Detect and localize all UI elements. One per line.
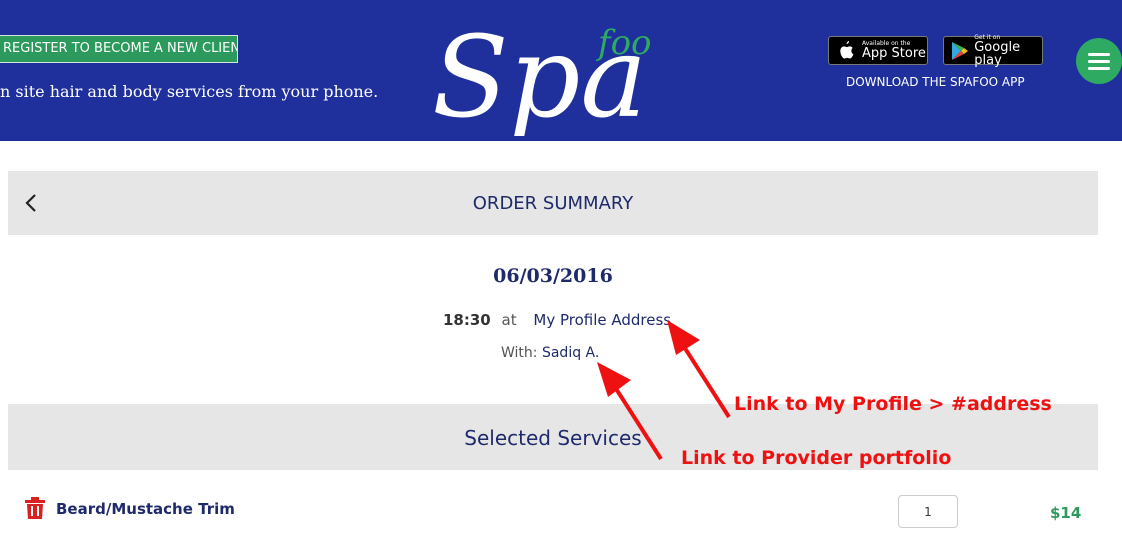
annotation-arrow-provider [611, 382, 663, 461]
service-price: $14 [1050, 504, 1082, 522]
annotation-provider-text: Link to Provider portfolio [681, 447, 952, 469]
service-name: Beard/Mustache Trim [56, 500, 235, 518]
annotation-arrows [597, 320, 731, 461]
quantity-input[interactable] [898, 495, 958, 528]
annotation-arrowhead-address [667, 320, 700, 355]
trash-icon[interactable] [24, 496, 46, 520]
annotation-arrowhead-provider [597, 362, 631, 397]
annotation-arrow-address [679, 340, 731, 419]
annotation-address-text: Link to My Profile > #address [734, 393, 1052, 415]
